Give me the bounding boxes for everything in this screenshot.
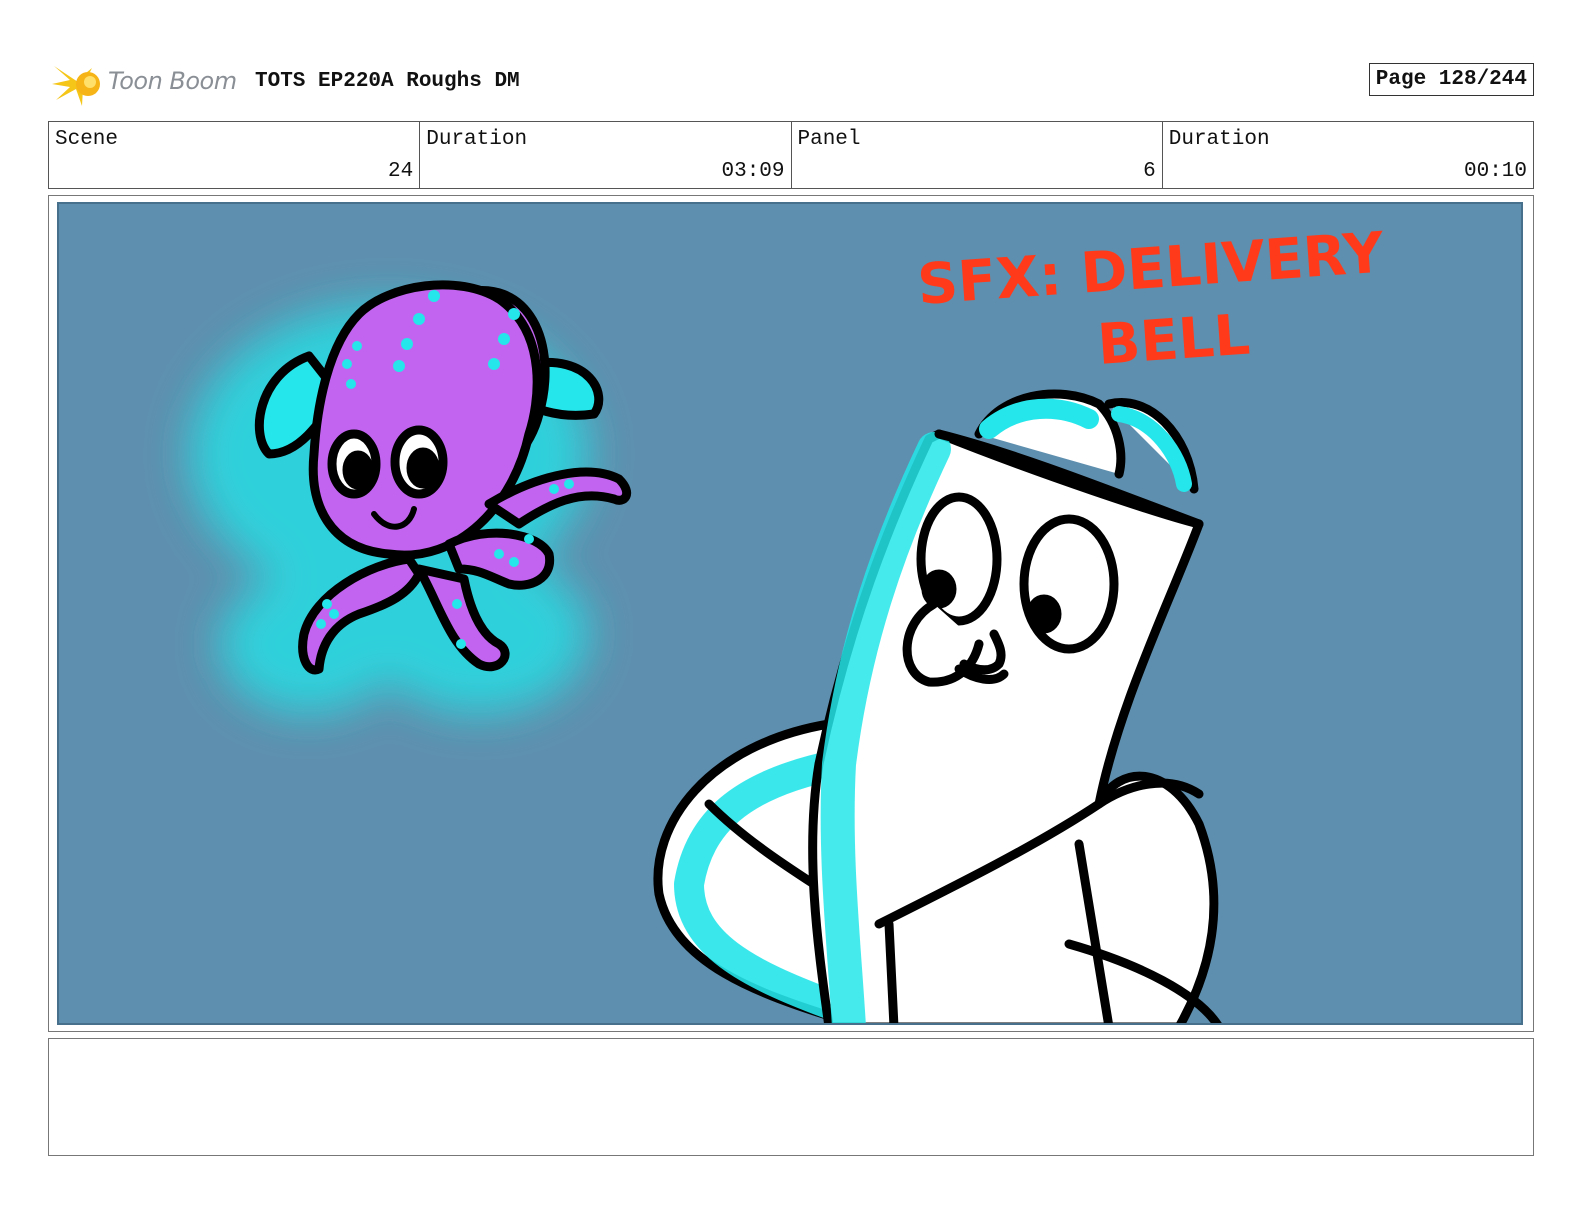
scene-duration-value: 03:09	[721, 160, 785, 183]
storyboard-panel: SFX: DELIVERY BELL	[57, 202, 1523, 1025]
page-number: Page 128/244	[1368, 63, 1534, 96]
scene-duration-cell: Duration 03:09	[420, 122, 792, 188]
panel-frame: SFX: DELIVERY BELL	[48, 195, 1534, 1032]
character-body	[808, 389, 1222, 1023]
scene-value: 24	[388, 160, 414, 183]
panel-duration-value: 00:10	[1463, 160, 1527, 183]
toon-boom-logo: Toon Boom	[52, 60, 242, 106]
panel-drawing: SFX: DELIVERY BELL	[189, 220, 1387, 1023]
page-header: Toon Boom TOTS EP220A Roughs DM Page 128…	[48, 56, 1534, 108]
panel-duration-cell: Duration 00:10	[1163, 122, 1533, 188]
sfx-line-1: SFX: DELIVERY	[915, 220, 1387, 318]
document-title: TOTS EP220A Roughs DM	[255, 70, 520, 93]
panel-duration-label: Duration	[1168, 128, 1270, 151]
scene-duration-label: Duration	[426, 128, 528, 151]
panel-cell: Panel 6	[792, 122, 1163, 188]
panel-value: 6	[1143, 160, 1156, 183]
panel-notes-area	[48, 1038, 1534, 1156]
starburst-icon	[52, 66, 100, 106]
logo-wordmark: Toon Boom	[108, 67, 237, 95]
sfx-line-2: BELL	[1095, 302, 1251, 377]
scene-cell: Scene 24	[49, 122, 421, 188]
scene-info-table: Scene 24 Duration 03:09 Panel 6 Duration…	[48, 121, 1534, 189]
panel-label: Panel	[797, 128, 861, 151]
scene-label: Scene	[55, 128, 119, 151]
